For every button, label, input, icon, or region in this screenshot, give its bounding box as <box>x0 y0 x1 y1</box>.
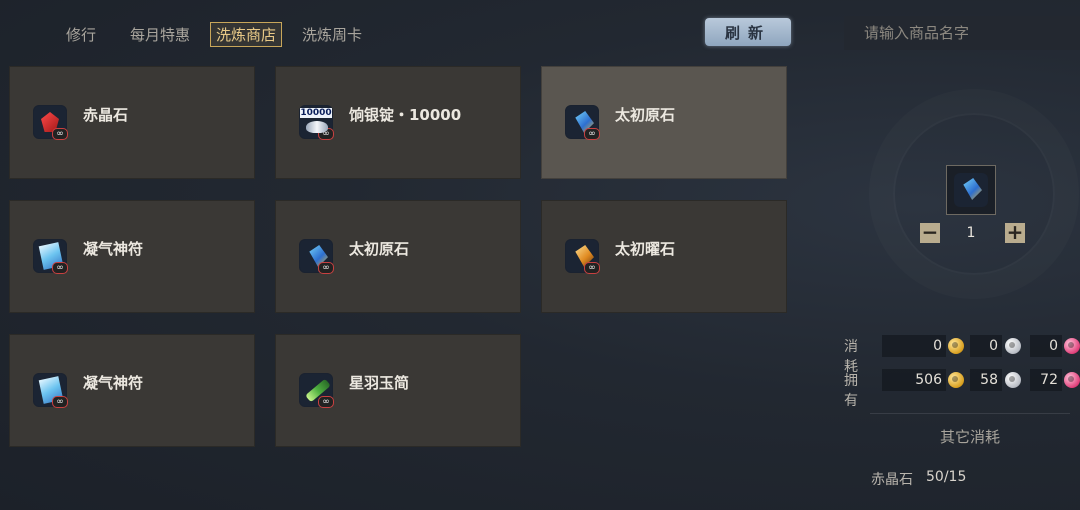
shop-item-card[interactable]: ∞ 太初曜石 <box>541 200 787 313</box>
gold-coin-icon <box>948 338 964 354</box>
tab-refine-weekly-card[interactable]: 洗炼周卡 <box>296 22 368 47</box>
primordial-stone-icon: ∞ <box>299 239 334 274</box>
infinite-badge: ∞ <box>52 396 68 408</box>
ingot-amount-label: 10000 <box>300 108 332 118</box>
item-name: 太初曜石 <box>615 240 676 258</box>
item-name: 星羽玉简 <box>349 374 410 392</box>
item-name: 太初原石 <box>349 240 410 258</box>
shop-item-card[interactable]: ∞ 赤晶石 <box>9 66 255 179</box>
pink-coin-icon <box>1064 372 1080 388</box>
owned-silver-value: 58 <box>970 369 1002 391</box>
primordial-stone-icon <box>954 173 988 207</box>
refresh-button[interactable]: 刷新 <box>705 18 791 46</box>
infinite-badge: ∞ <box>52 262 68 274</box>
infinite-badge: ∞ <box>584 262 600 274</box>
consume-silver-value: 0 <box>970 335 1002 357</box>
shop-item-card[interactable]: ∞ 凝气神符 <box>9 334 255 447</box>
talisman-icon: ∞ <box>33 373 68 408</box>
jade-slip-icon: ∞ <box>299 373 334 408</box>
pink-coin-icon <box>1064 338 1080 354</box>
item-name: 赤晶石 <box>83 106 129 124</box>
item-name: 太初原石 <box>615 106 676 124</box>
requirement-name: 赤晶石 <box>871 472 913 488</box>
quantity-value[interactable]: 1 <box>945 222 997 244</box>
shop-item-card-selected[interactable]: ∞ 太初原石 <box>541 66 787 179</box>
gold-stone-icon: ∞ <box>565 239 600 274</box>
tab-monthly-deals[interactable]: 每月特惠 <box>124 22 196 47</box>
primordial-stone-icon: ∞ <box>565 105 600 140</box>
other-cost-title: 其它消耗 <box>940 428 1001 446</box>
increase-quantity-button[interactable]: + <box>1005 222 1025 243</box>
decrease-quantity-button[interactable]: − <box>920 222 940 243</box>
requirement-count: 50/15 <box>926 469 967 485</box>
consume-gold-value: 0 <box>882 335 946 357</box>
consume-pink-value: 0 <box>1030 335 1062 357</box>
shop-item-card[interactable]: 10000 ∞ 饷银锭・10000 <box>275 66 521 179</box>
owned-label: 拥有 <box>844 373 858 409</box>
silver-ingot-icon: 10000 ∞ <box>299 105 334 140</box>
shop-tab-bar: 修行 每月特惠 洗炼商店 洗炼周卡 <box>60 20 382 48</box>
silver-coin-icon <box>1005 338 1021 354</box>
selected-item-preview <box>946 165 996 215</box>
shop-item-card[interactable]: ∞ 凝气神符 <box>9 200 255 313</box>
tab-refine-shop[interactable]: 洗炼商店 <box>210 21 283 47</box>
item-name: 饷银锭・10000 <box>349 106 462 124</box>
infinite-badge: ∞ <box>318 128 334 140</box>
item-name: 凝气神符 <box>83 240 144 258</box>
talisman-icon: ∞ <box>33 239 68 274</box>
infinite-badge: ∞ <box>584 128 600 140</box>
shop-item-card[interactable]: ∞ 太初原石 <box>275 200 521 313</box>
owned-gold-value: 506 <box>882 369 946 391</box>
item-name: 凝气神符 <box>83 374 144 392</box>
shop-item-card[interactable]: ∞ 星羽玉简 <box>275 334 521 447</box>
infinite-badge: ∞ <box>318 396 334 408</box>
infinite-badge: ∞ <box>52 128 68 140</box>
search-input[interactable] <box>844 16 1080 50</box>
infinite-badge: ∞ <box>318 262 334 274</box>
silver-coin-icon <box>1005 372 1021 388</box>
red-crystal-icon: ∞ <box>33 105 68 140</box>
tab-cultivation[interactable]: 修行 <box>60 22 102 47</box>
gold-coin-icon <box>948 372 964 388</box>
divider <box>870 413 1070 414</box>
owned-pink-value: 72 <box>1030 369 1062 391</box>
